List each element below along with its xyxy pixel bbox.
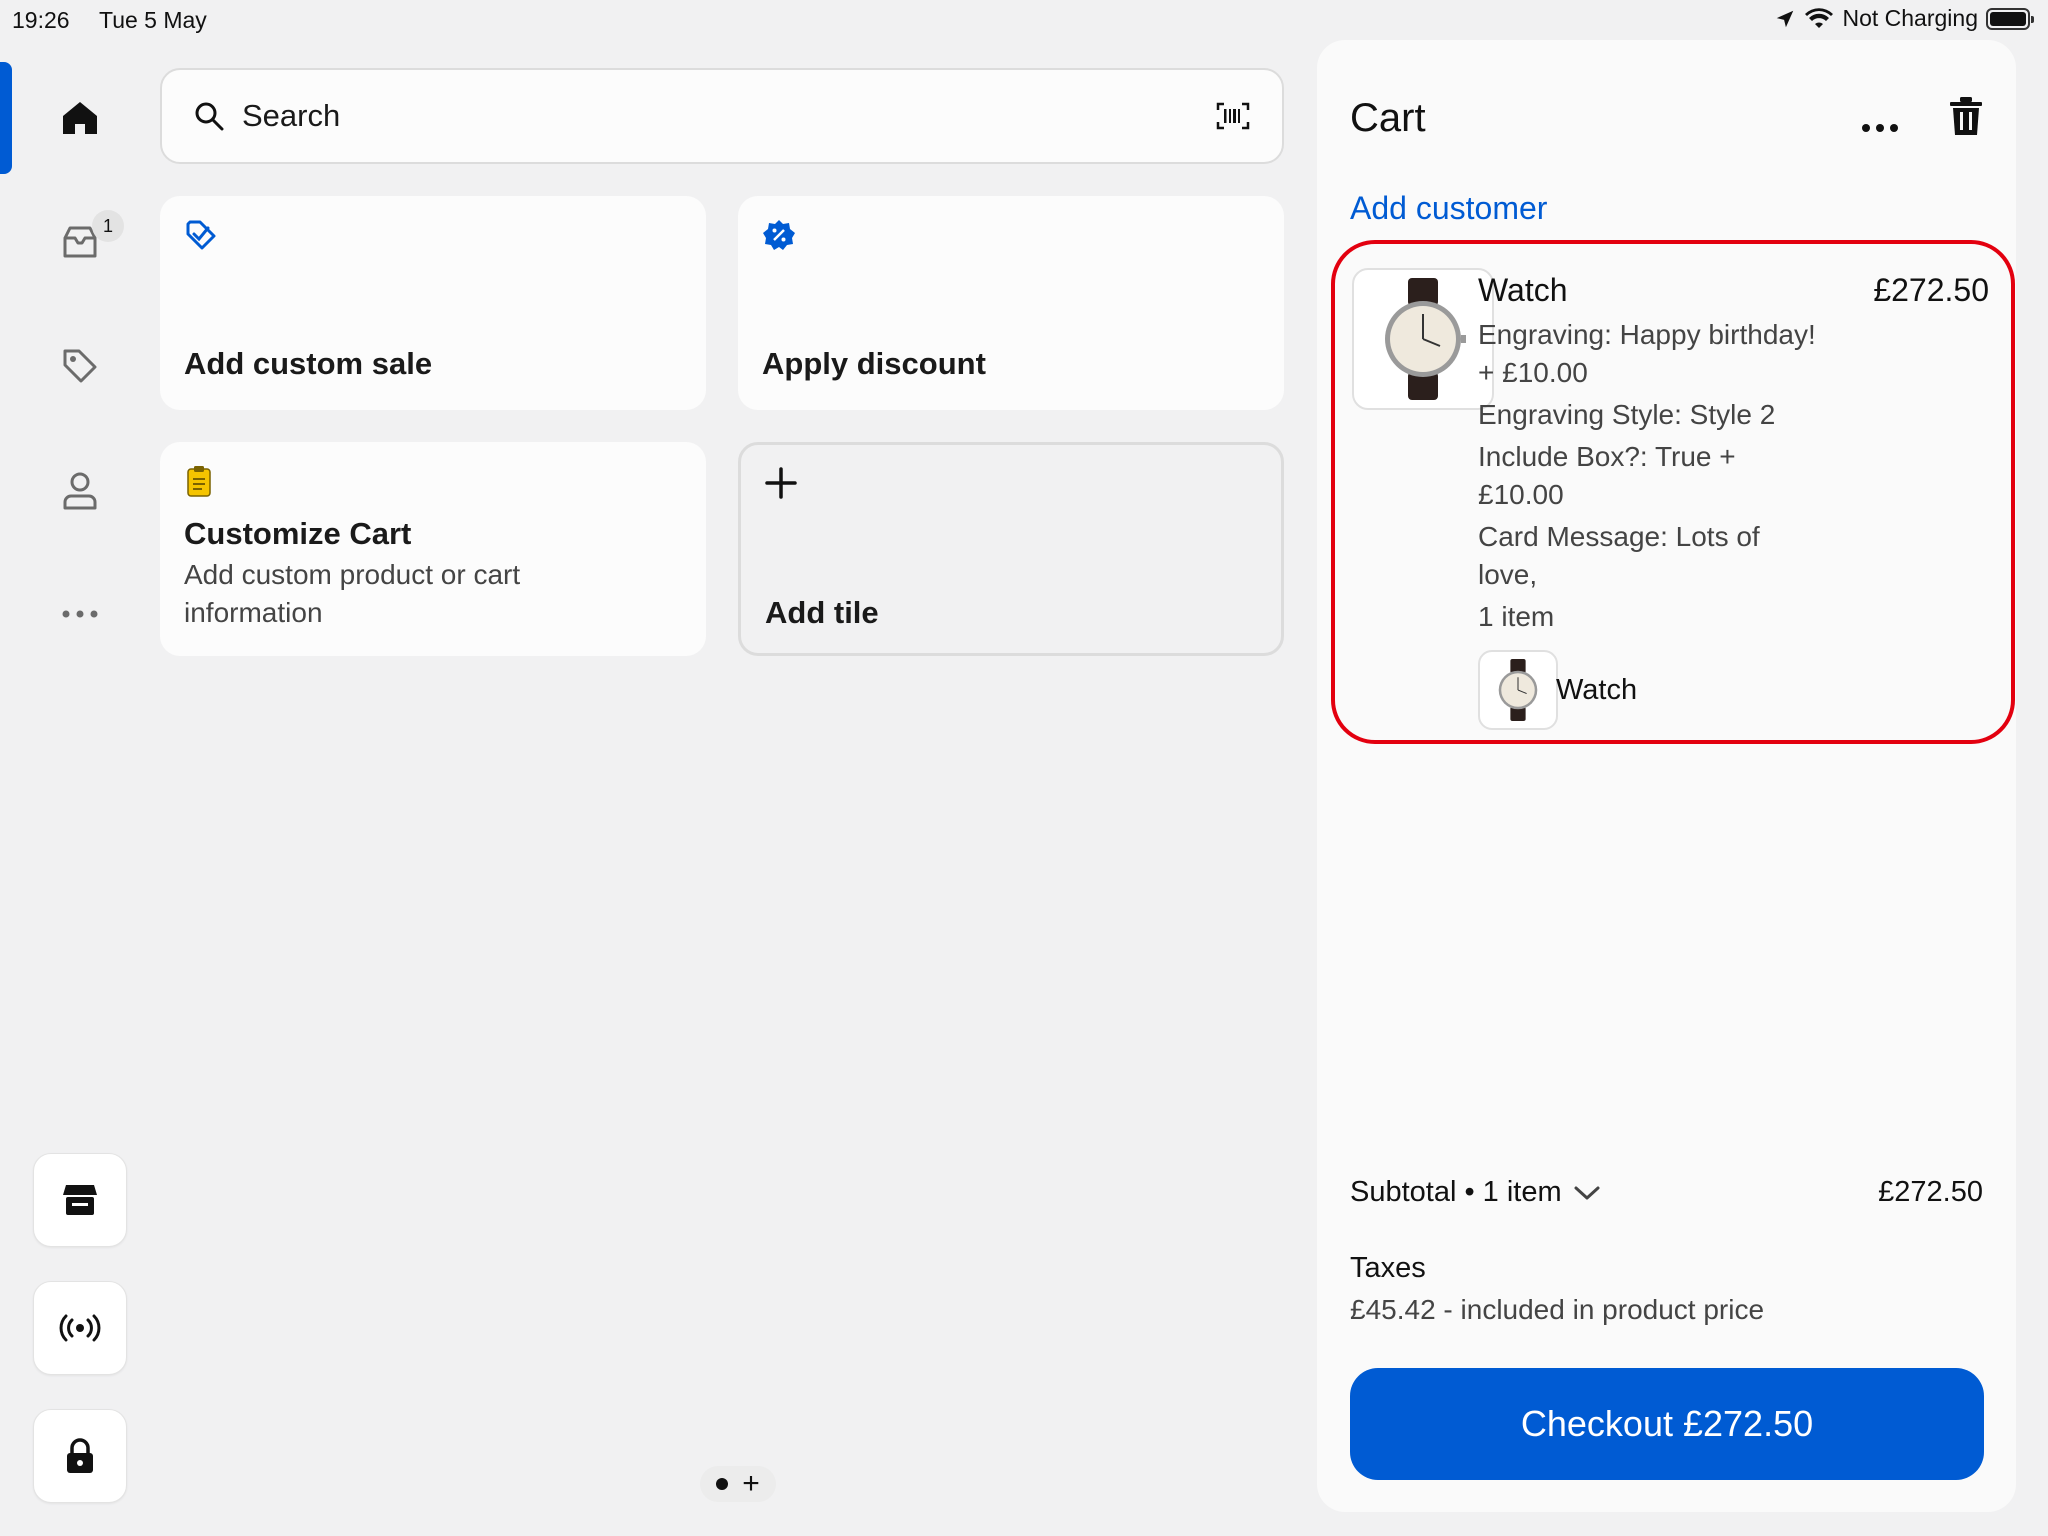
status-right: Not Charging — [1774, 5, 2034, 32]
lock-icon — [67, 1438, 93, 1473]
plus-icon — [765, 467, 797, 499]
tile-title: Customize Cart — [184, 516, 412, 551]
product-thumbnail — [1352, 268, 1494, 410]
home-icon — [63, 102, 97, 134]
cart-more-button[interactable] — [1852, 108, 1908, 148]
bundle-item-thumbnail — [1478, 650, 1558, 730]
cart-panel: Cart Add customer Watch £272.50 Engravin… — [1317, 40, 2016, 1512]
add-tile-button[interactable]: Add tile — [738, 442, 1284, 656]
subtotal-label: Subtotal • 1 item — [1350, 1176, 1562, 1208]
tile-title: Add tile — [765, 595, 879, 630]
tile-title: Apply discount — [762, 346, 986, 381]
broadcast-button[interactable] — [33, 1281, 127, 1375]
cart-line-item[interactable]: Watch £272.50 Engraving: Happy birthday!… — [1331, 240, 2015, 744]
item-property: 1 item — [1478, 601, 1555, 632]
tile-title: Add custom sale — [184, 346, 433, 381]
sidebar-item-products[interactable] — [56, 342, 104, 390]
status-time: 19:26 — [12, 7, 70, 33]
item-name: Watch — [1478, 272, 1568, 308]
charging-status: Not Charging — [1842, 5, 1978, 31]
store-button[interactable] — [33, 1153, 127, 1247]
chevron-down-icon — [1574, 1186, 1600, 1199]
item-property: Include Box?: True + £10.00 — [1478, 441, 1736, 510]
person-icon — [63, 472, 97, 510]
page-dot[interactable] — [716, 1478, 729, 1490]
sidebar-item-more[interactable] — [56, 590, 104, 638]
add-custom-sale-tile[interactable]: Add custom sale — [160, 196, 706, 410]
search-bar[interactable]: Search — [160, 68, 1284, 164]
watch-image — [1498, 659, 1538, 721]
location-arrow-icon — [1777, 10, 1794, 27]
tile-subtitle: Add custom product or cart information — [184, 559, 521, 628]
taxes-note: £45.42 - included in product price — [1350, 1294, 1765, 1325]
subtotal-toggle[interactable]: Subtotal • 1 item — [1350, 1176, 1602, 1209]
search-icon — [195, 102, 224, 131]
checkout-button[interactable]: Checkout £272.50 — [1350, 1368, 1984, 1480]
inbox-badge: 1 — [92, 210, 124, 242]
clipboard-icon — [187, 466, 211, 497]
item-property: Card Message: Lots of love, — [1478, 521, 1760, 590]
subtotal-value: £272.50 — [1878, 1176, 1983, 1208]
item-price: £272.50 — [1873, 272, 1989, 308]
lock-button[interactable] — [33, 1409, 127, 1503]
more-horizontal-icon — [1862, 124, 1898, 132]
more-horizontal-icon — [62, 610, 98, 618]
add-customer-link[interactable]: Add customer — [1350, 190, 1547, 227]
nav-active-indicator — [0, 62, 12, 174]
discount-badge-icon — [763, 220, 795, 250]
wifi-icon — [1805, 7, 1834, 28]
page-indicator[interactable]: + — [700, 1466, 776, 1502]
cart-title: Cart — [1350, 96, 1426, 140]
item-property: Engraving: Happy birthday! + £10.00 — [1478, 319, 1816, 388]
status-bar: 19:26 Tue 5 May Not Charging — [0, 0, 2048, 40]
sidebar-item-inbox[interactable]: 1 — [56, 210, 124, 266]
trash-icon — [1950, 97, 1982, 135]
item-property: Engraving Style: Style 2 — [1478, 399, 1776, 430]
customize-cart-tile[interactable]: Customize Cart Add custom product or car… — [160, 442, 706, 656]
status-date: Tue 5 May — [99, 7, 207, 33]
watch-image — [1385, 278, 1466, 400]
apply-discount-tile[interactable]: Apply discount — [738, 196, 1284, 410]
battery-icon — [1986, 7, 2034, 30]
custom-sale-tag-icon — [186, 220, 216, 250]
broadcast-icon — [59, 1314, 101, 1342]
search-input[interactable]: Search — [242, 98, 1216, 134]
add-page-icon[interactable]: + — [742, 1469, 760, 1499]
bundle-item-name: Watch — [1556, 674, 1638, 706]
barcode-scan-icon[interactable] — [1216, 102, 1250, 130]
taxes-label: Taxes — [1350, 1252, 1426, 1284]
tag-icon — [63, 349, 97, 383]
clear-cart-button[interactable] — [1949, 96, 1989, 146]
sidebar-item-home[interactable] — [56, 94, 104, 142]
store-icon — [63, 1185, 97, 1215]
sidebar-item-customers[interactable] — [56, 466, 104, 514]
item-properties: Engraving: Happy birthday! + £10.00 Engr… — [1478, 316, 1818, 640]
